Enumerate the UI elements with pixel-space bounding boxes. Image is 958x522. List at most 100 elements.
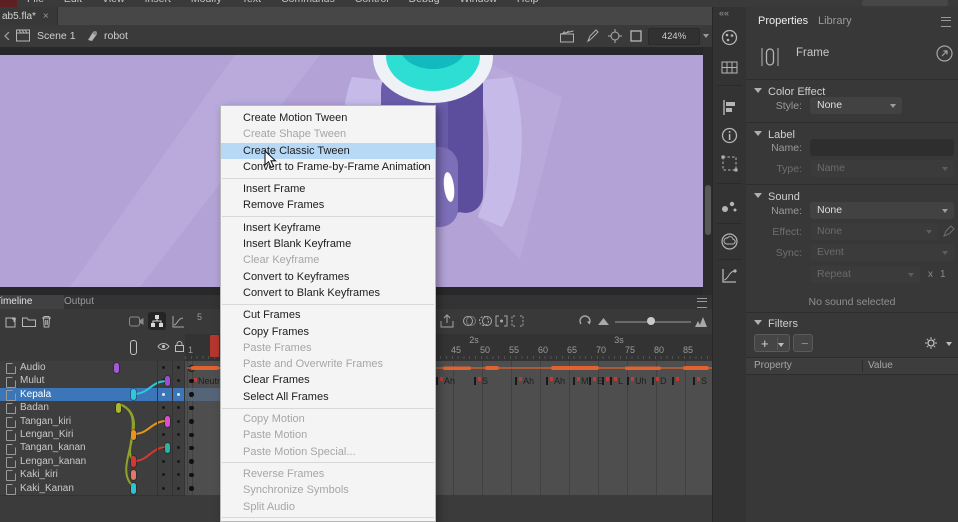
layer-row-lengan-kanan[interactable]: Lengan_kanan [0, 455, 220, 468]
menu-control[interactable]: Control [345, 0, 399, 6]
layer-row-kaki-kanan[interactable]: Kaki_Kanan [0, 482, 220, 495]
delete-layer-icon[interactable] [41, 315, 52, 328]
workspace-switcher[interactable] [862, 0, 948, 6]
layer-row-tangan-kiri[interactable]: Tangan_kiri [0, 415, 220, 428]
menu-item-convert-to-keyframes[interactable]: Convert to Keyframes [221, 269, 435, 285]
menu-item-split-audio[interactable]: Split Audio [221, 499, 435, 515]
quick-share-icon[interactable] [936, 45, 953, 62]
motion-presets-panel-icon[interactable] [721, 267, 738, 284]
playhead-marker[interactable] [210, 335, 219, 357]
camera-layer-icon[interactable] [129, 316, 144, 327]
first-frame-cell[interactable] [185, 455, 220, 468]
color-panel-icon[interactable] [721, 29, 738, 46]
layer-row-tangan-kanan[interactable]: Tangan_kanan [0, 441, 220, 454]
section-filters[interactable]: Filters [754, 318, 798, 330]
timeline-panel-menu-icon[interactable] [697, 298, 707, 308]
zoom-in-frames-icon[interactable] [695, 315, 709, 327]
tab-output[interactable]: Output [56, 295, 102, 309]
lock-column-icon[interactable] [175, 341, 184, 352]
layer-visibility-dot[interactable] [162, 393, 165, 396]
layer-lock-dot[interactable] [177, 366, 180, 369]
close-tab-icon[interactable]: × [43, 11, 49, 22]
menu-view[interactable]: View [92, 0, 135, 6]
document-tab[interactable]: ab5.fla* × [0, 7, 58, 25]
layer-lock-dot[interactable] [177, 393, 180, 396]
menu-text[interactable]: Text [232, 0, 271, 6]
tab-properties[interactable]: Properties [758, 15, 808, 27]
new-folder-icon[interactable] [22, 316, 36, 327]
menu-item-paste-and-overwrite-frames[interactable]: Paste and Overwrite Frames [221, 356, 435, 372]
menu-item-convert-to-frame-by-frame-animation[interactable]: Convert to Frame-by-Frame Animation› [221, 159, 435, 175]
clip-content-icon[interactable] [630, 30, 642, 42]
add-filter-button[interactable]: + [754, 334, 790, 352]
menu-item-select-all-frames[interactable]: Select All Frames [221, 389, 435, 405]
menu-modify[interactable]: Modify [181, 0, 232, 6]
zoom-chevron-icon[interactable] [703, 34, 709, 38]
layer-lock-dot[interactable] [177, 487, 180, 490]
menu-item-insert-blank-keyframe[interactable]: Insert Blank Keyframe [221, 236, 435, 252]
section-sound[interactable]: Sound [754, 191, 800, 203]
menu-item-reverse-frames[interactable]: Reverse Frames [221, 466, 435, 482]
menu-item-convert-to-blank-keyframes[interactable]: Convert to Blank Keyframes [221, 285, 435, 301]
timeline-zoom-slider-knob[interactable] [647, 317, 655, 325]
center-frame-icon[interactable] [608, 29, 622, 43]
breadcrumb-symbol[interactable]: robot [104, 30, 128, 42]
eye-column-icon[interactable] [157, 342, 170, 351]
align-panel-icon[interactable] [721, 99, 738, 116]
new-layer-icon[interactable] [5, 315, 18, 328]
onion-skin-icon[interactable] [463, 315, 476, 327]
layer-visibility-dot[interactable] [162, 487, 165, 490]
menu-item-copy-motion[interactable]: Copy Motion [221, 411, 435, 427]
camera-view-icon[interactable] [560, 30, 576, 43]
menu-insert[interactable]: Insert [135, 0, 181, 6]
layer-parenting-toggle[interactable] [148, 312, 166, 330]
menu-commands[interactable]: Commands [271, 0, 345, 6]
edit-symbols-icon[interactable] [586, 29, 599, 43]
menu-item-remove-frames[interactable]: Remove Frames [221, 197, 435, 213]
layer-row-badan[interactable]: Badan [0, 401, 220, 414]
edit-multiple-frames-icon[interactable] [495, 315, 508, 327]
layer-lock-dot[interactable] [177, 433, 180, 436]
animate-logo[interactable] [0, 0, 17, 7]
breadcrumb-scene[interactable]: Scene 1 [37, 30, 76, 42]
menu-debug[interactable]: Debug [399, 0, 450, 6]
layer-lock-dot[interactable] [177, 460, 180, 463]
menu-item-create-motion-tween[interactable]: Create Motion Tween [221, 110, 435, 126]
tab-timeline[interactable]: Timeline [0, 295, 64, 309]
filter-options-button[interactable] [924, 334, 954, 352]
menu-item-paste-motion-special[interactable]: Paste Motion Special... [221, 444, 435, 460]
menu-item-cut-frames[interactable]: Cut Frames [221, 307, 435, 323]
first-frame-cell[interactable] [185, 401, 220, 414]
menu-item-insert-frame[interactable]: Insert Frame [221, 181, 435, 197]
layer-visibility-dot[interactable] [162, 366, 165, 369]
menu-edit[interactable]: Edit [54, 0, 92, 6]
menu-item-clear-keyframe[interactable]: Clear Keyframe [221, 252, 435, 268]
marker-range-icon[interactable] [511, 315, 524, 327]
first-frame-cell[interactable] [185, 482, 220, 495]
collapse-dock-icon[interactable]: «« [719, 8, 729, 18]
label-name-input[interactable] [810, 139, 954, 156]
menu-help[interactable]: Help [507, 0, 549, 6]
menu-item-create-shape-tween[interactable]: Create Shape Tween [221, 126, 435, 142]
swatches-panel-icon[interactable] [721, 59, 738, 76]
cc-libraries-panel-icon[interactable] [721, 233, 738, 250]
frame-publish-icon[interactable] [440, 314, 454, 328]
menu-item-clear-frames[interactable]: Clear Frames [221, 372, 435, 388]
section-label[interactable]: Label [754, 129, 795, 141]
layer-row-kaki-kiri[interactable]: Kaki_kiri [0, 468, 220, 481]
menu-item-insert-keyframe[interactable]: Insert Keyframe [221, 220, 435, 236]
menu-item-create-classic-tween[interactable]: Create Classic Tween [221, 143, 435, 159]
first-frame-cell[interactable] [185, 415, 220, 428]
menu-item-copy-frames[interactable]: Copy Frames [221, 324, 435, 340]
first-frame-cell[interactable] [185, 441, 220, 454]
layer-visibility-dot[interactable] [162, 460, 165, 463]
menu-file[interactable]: File [17, 0, 54, 6]
graph-editor-icon[interactable] [172, 315, 185, 328]
first-frame-cell[interactable] [185, 468, 220, 481]
menu-item-paste-motion[interactable]: Paste Motion [221, 427, 435, 443]
brush-library-panel-icon[interactable] [721, 197, 738, 214]
onion-skin-outline-icon[interactable] [479, 315, 492, 327]
scrollbar-thumb[interactable] [705, 185, 711, 235]
layer-row-kepala[interactable]: Kepala [0, 388, 220, 401]
tab-library[interactable]: Library [818, 15, 852, 27]
